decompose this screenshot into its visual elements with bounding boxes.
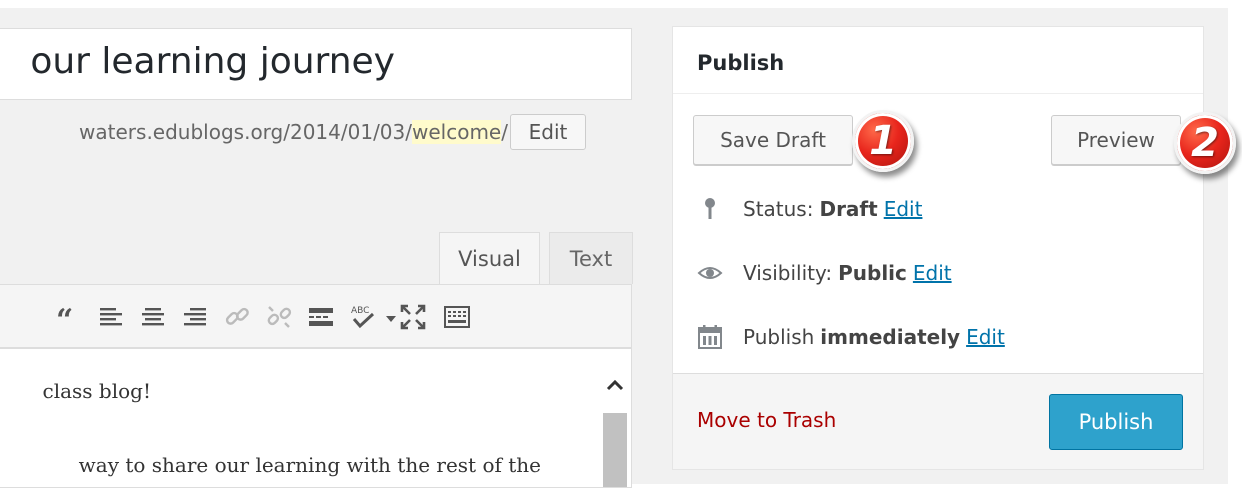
visibility-value: Public <box>838 261 907 285</box>
editor-content-area[interactable]: class blog! way to share our learning wi… <box>0 348 632 488</box>
publish-panel-title: Publish <box>697 51 785 75</box>
eye-icon <box>697 260 723 286</box>
fullscreen-icon[interactable] <box>399 303 427 331</box>
svg-text:“: “ <box>56 303 73 331</box>
permalink-prefix: waters.edublogs.org/2014/01/03/ <box>79 120 412 144</box>
align-center-icon[interactable] <box>139 303 167 331</box>
pin-icon <box>697 196 723 222</box>
scroll-up-arrow-icon[interactable] <box>603 373 627 397</box>
remove-link-icon[interactable] <box>265 303 293 331</box>
editor-line: class blog! <box>42 379 152 403</box>
tab-text[interactable]: Text <box>549 232 633 284</box>
permalink-slug: welcome <box>412 120 502 144</box>
toolbar-toggle-icon[interactable] <box>443 303 471 331</box>
save-draft-button[interactable]: Save Draft <box>693 115 853 165</box>
visibility-edit-link[interactable]: Edit <box>913 261 952 285</box>
editor-line: way to share our learning with the rest … <box>78 453 541 477</box>
spellcheck-icon[interactable]: ABC <box>349 303 377 331</box>
status-edit-link[interactable]: Edit <box>884 197 923 221</box>
svg-text:ABC: ABC <box>351 306 369 316</box>
divider <box>673 93 1203 94</box>
visibility-label: Visibility: <box>743 261 833 285</box>
post-title-text: our learning journey <box>30 41 395 82</box>
permalink-edit-button[interactable]: Edit <box>510 114 586 150</box>
blockquote-icon[interactable]: “ <box>55 303 83 338</box>
tab-visual[interactable]: Visual <box>439 232 540 284</box>
schedule-edit-link[interactable]: Edit <box>966 325 1005 349</box>
align-right-icon[interactable] <box>181 303 209 331</box>
scrollbar-thumb[interactable] <box>603 413 627 487</box>
permalink-url[interactable]: waters.edublogs.org/2014/01/03/welcome/ <box>79 120 508 144</box>
schedule-value: immediately <box>820 325 961 349</box>
status-row: Status: Draft Edit <box>697 193 922 225</box>
status-label: Status: <box>743 197 814 221</box>
permalink-suffix: / <box>501 120 508 144</box>
publish-footer: Move to Trash Publish <box>673 373 1203 469</box>
callout-badge-2: 2 <box>1174 112 1236 174</box>
schedule-row: Publish immediately Edit <box>697 321 1005 353</box>
move-to-trash-link[interactable]: Move to Trash <box>697 408 836 432</box>
visibility-row: Visibility: Public Edit <box>697 257 952 289</box>
align-left-icon[interactable] <box>97 303 125 331</box>
insert-link-icon[interactable] <box>223 303 251 331</box>
publish-panel: Publish Save Draft Preview Status: Draft… <box>672 26 1204 470</box>
status-value: Draft <box>819 197 878 221</box>
preview-button[interactable]: Preview <box>1051 115 1181 165</box>
publish-button[interactable]: Publish <box>1049 394 1183 450</box>
schedule-label: Publish <box>743 325 815 349</box>
post-title-input[interactable]: our learning journey <box>0 28 632 100</box>
calendar-icon <box>697 324 723 350</box>
read-more-icon[interactable] <box>307 303 335 331</box>
editor-toolbar: “ ABC <box>0 284 632 348</box>
chevron-down-icon[interactable] <box>377 303 396 331</box>
permalink-row: waters.edublogs.org/2014/01/03/welcome/ … <box>0 114 640 154</box>
callout-badge-1: 1 <box>852 110 914 172</box>
